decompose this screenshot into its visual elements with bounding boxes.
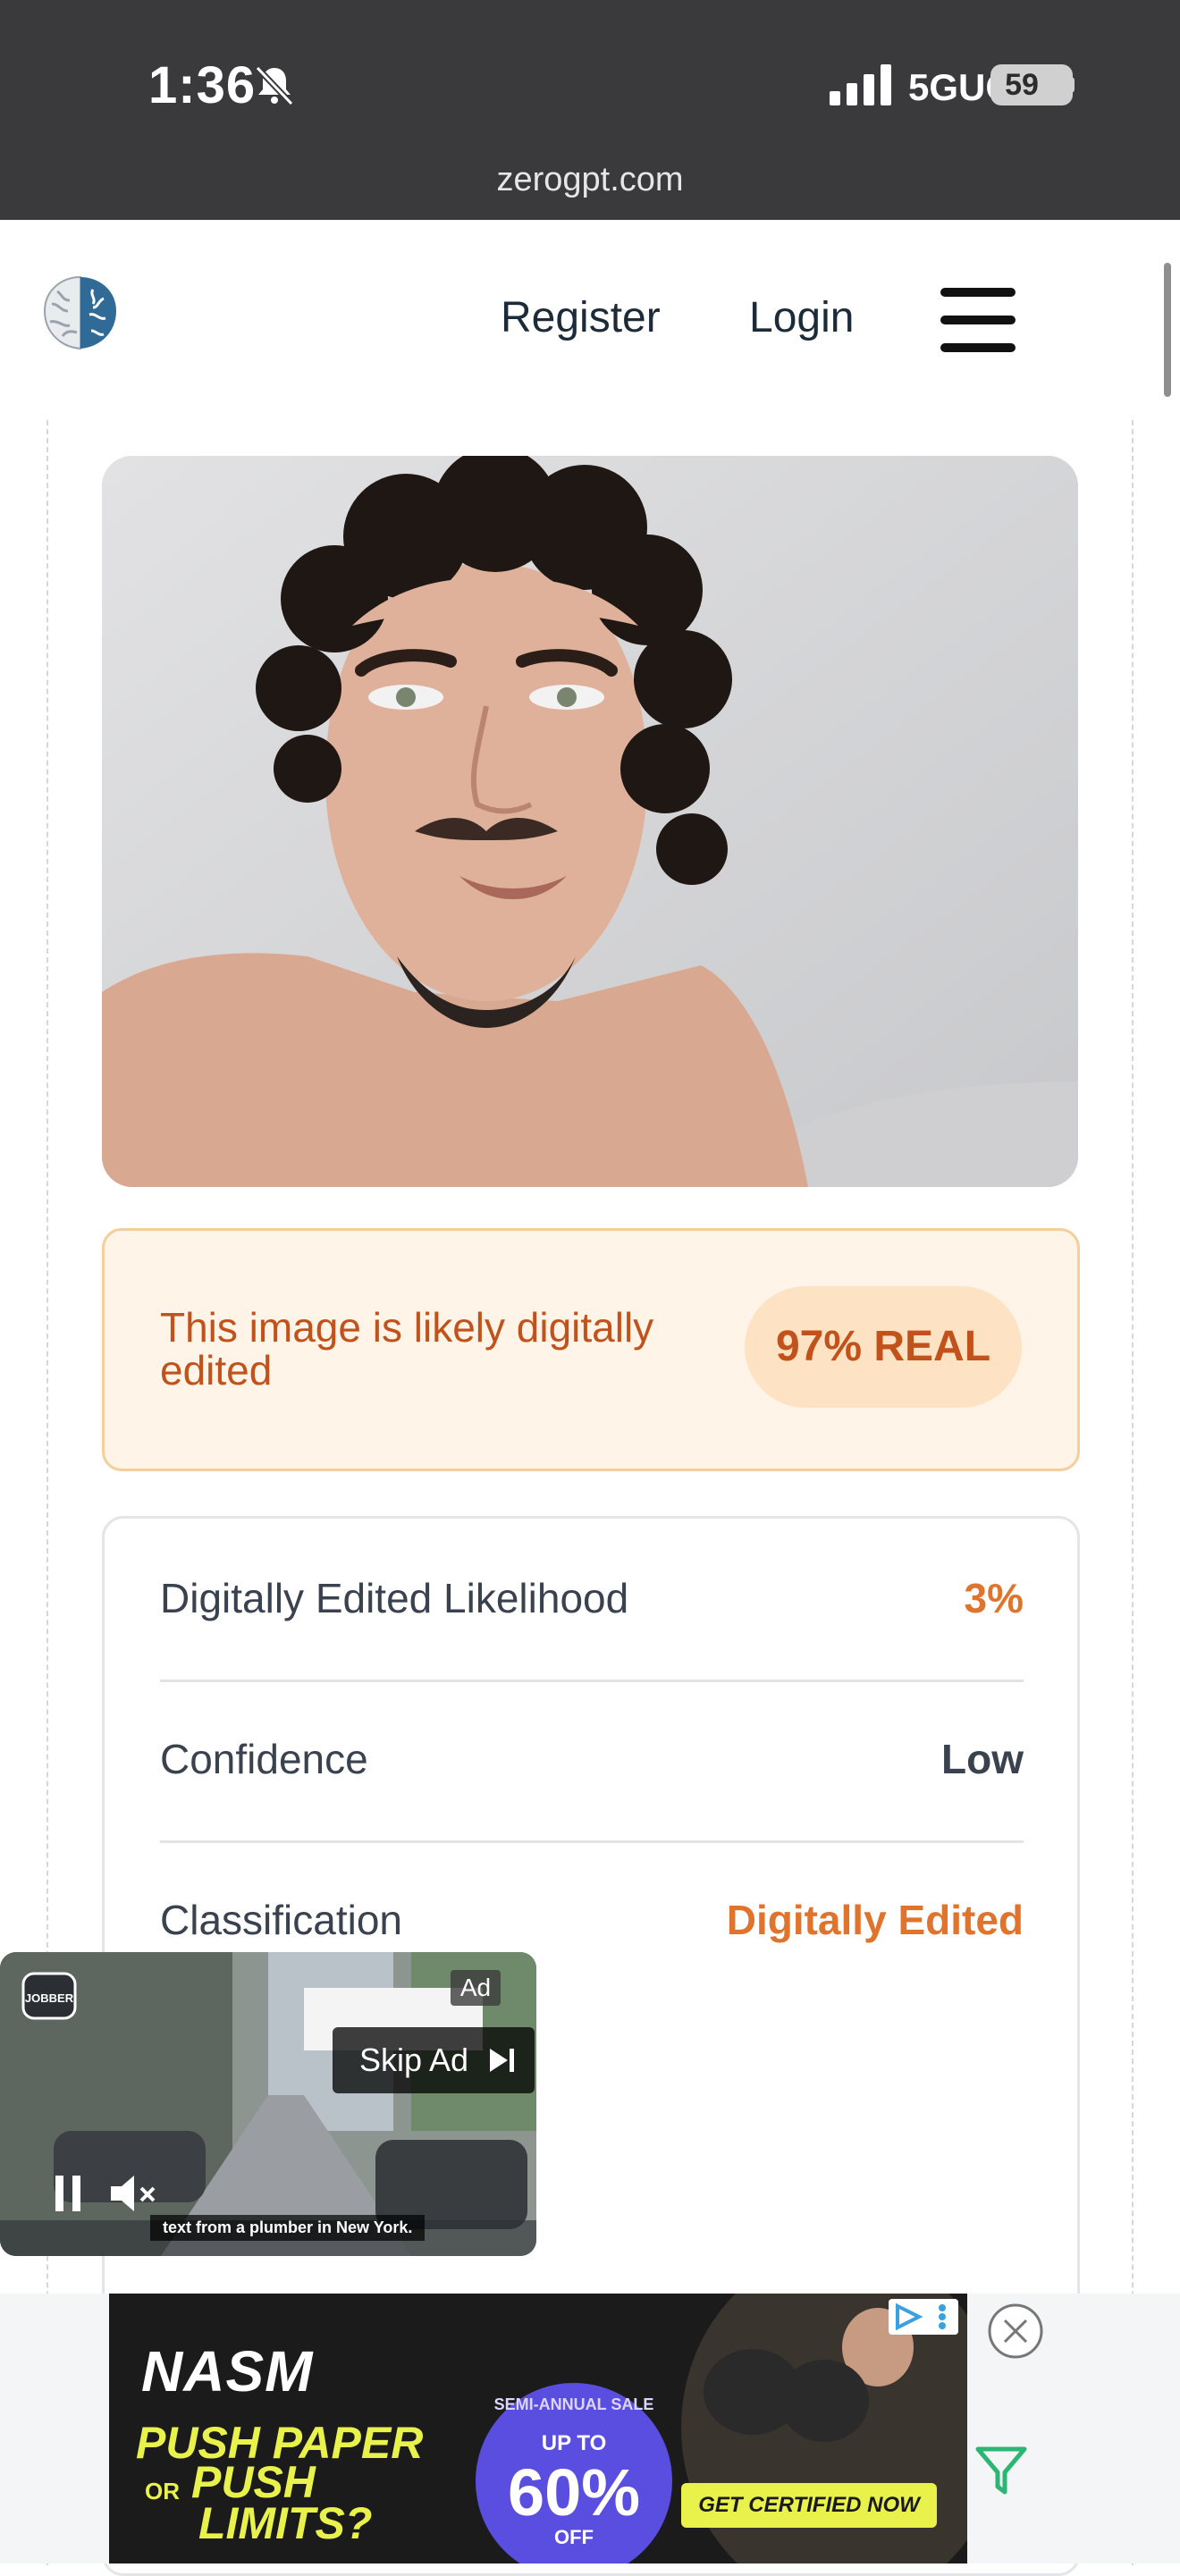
stat-label: Confidence [160,1736,368,1782]
sale-percent: 60% [507,2455,641,2530]
get-certified-button[interactable]: GET CERTIFIED NOW [681,2483,937,2528]
video-caption: text from a plumber in New York. [150,2215,426,2241]
stat-row-likelihood: Digitally Edited Likelihood 3% [160,1519,1024,1682]
stat-label: Digitally Edited Likelihood [160,1575,629,1621]
sale-up-to: UP TO [541,2431,607,2455]
nasm-banner-ad[interactable]: NASM PUSH PAPER OR PUSH LIMITS? SEMI-ANN… [109,2294,967,2563]
ad-label: Ad [451,1970,501,2006]
sale-ring-text: SEMI-ANNUAL SALE [493,2395,654,2413]
pause-icon[interactable] [50,2174,86,2213]
jobber-logo-icon: JOBBER [21,1972,77,2020]
sale-off: OFF [554,2526,594,2548]
status-time: 1:36 [148,56,257,114]
battery-icon: 59 [990,64,1073,105]
skip-ad-label: Skip Ad [359,2041,469,2078]
funnel-logo-icon[interactable] [974,2446,1028,2496]
ad-headline-3: LIMITS? [198,2498,373,2548]
skip-next-icon [490,2049,514,2072]
silent-bell-icon [255,65,294,106]
adchoices-icon[interactable] [889,2299,958,2335]
stat-value: 3% [964,1575,1024,1621]
ad-headline-or: OR [145,2478,180,2504]
brain-logo-icon[interactable] [39,272,122,354]
nasm-logo: NASM [141,2339,314,2403]
sale-badge: SEMI-ANNUAL SALE UP TO 60% OFF [476,2383,672,2563]
svg-text:JOBBER: JOBBER [25,1991,74,2005]
video-ad[interactable]: JOBBER Ad Skip Ad text from a plumber in… [0,1952,536,2256]
skip-ad-button[interactable]: Skip Ad [333,2027,535,2093]
uploaded-image [102,456,1078,1187]
site-header: Register Login [0,220,1180,417]
battery-cap [1069,77,1075,93]
menu-icon[interactable] [940,288,1016,352]
register-link[interactable]: Register [501,293,661,342]
scrollbar[interactable] [1164,263,1171,397]
real-score-badge: 97% REAL [745,1286,1022,1408]
status-bar: 1:36 5GUC 59 zerogpt.com [0,0,1180,220]
stat-value: Digitally Edited [726,1897,1024,1943]
battery-level: 59 [1005,68,1039,102]
result-banner: This image is likely digitally edited 97… [102,1228,1080,1471]
stat-value: Low [941,1736,1024,1782]
login-link[interactable]: Login [749,293,854,342]
muted-speaker-icon[interactable] [107,2172,159,2215]
stat-row-confidence: Confidence Low [160,1679,1024,1843]
close-ad-icon[interactable] [987,2302,1044,2360]
stat-label: Classification [160,1897,402,1943]
result-message: This image is likely digitally edited [160,1304,654,1393]
signal-icon [830,64,891,105]
url-bar[interactable]: zerogpt.com [0,161,1180,199]
